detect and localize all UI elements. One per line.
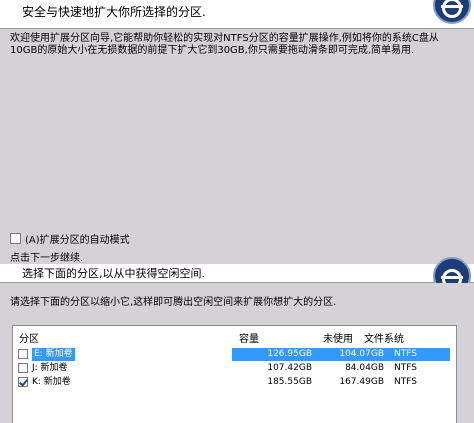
partition-unused: 167.49GB: [339, 377, 384, 387]
expand-wizard-welcome-panel: 安全与快速地扩大你所选择的分区. 欢迎使用扩展分区向导,它能帮助你轻松的实现对N…: [0, 0, 474, 264]
select-partition-header-text: 选择下面的分区,以从中获得空闲空间.: [22, 267, 205, 280]
column-header-unused[interactable]: 未使用: [323, 330, 353, 345]
partition-checkbox[interactable]: [18, 363, 28, 373]
column-header-partition[interactable]: 分区: [19, 330, 39, 345]
partition-checkbox-checked[interactable]: [18, 377, 28, 387]
partition-unused: 104.07GB: [339, 349, 384, 359]
welcome-intro-text: 欢迎使用扩展分区向导,它能帮助你轻松的实现对NTFS分区的容量扩展操作,例如将你…: [10, 33, 439, 56]
partition-filesystem: NTFS: [394, 363, 417, 373]
partition-list-header: 分区 容量 未使用 文件系统: [13, 326, 456, 346]
welcome-header-text: 安全与快速地扩大你所选择的分区.: [22, 5, 206, 19]
auto-mode-label: (A)扩展分区的自动模式: [25, 235, 130, 246]
select-partition-header: 选择下面的分区,以从中获得空闲空间.: [0, 257, 474, 295]
partition-capacity: 126.95GB: [267, 349, 312, 359]
app-logo-icon: [433, 0, 471, 24]
partition-name: J: 新加卷: [32, 363, 68, 373]
partition-filesystem: NTFS: [394, 349, 417, 359]
welcome-body: 欢迎使用扩展分区向导,它能帮助你轻松的实现对NTFS分区的容量扩展操作,例如将你…: [0, 29, 474, 264]
column-header-capacity[interactable]: 容量: [239, 330, 259, 345]
partition-filesystem: NTFS: [394, 377, 417, 387]
select-partition-panel: 选择下面的分区,以从中获得空闲空间. 请选择下面的分区以缩小它,这样即可腾出空闲…: [0, 257, 474, 423]
welcome-header: 安全与快速地扩大你所选择的分区.: [0, 0, 474, 29]
column-header-filesystem[interactable]: 文件系统: [364, 330, 404, 345]
partition-unused: 84.04GB: [345, 363, 384, 373]
partition-capacity: 185.55GB: [267, 377, 312, 387]
auto-mode-checkbox[interactable]: [10, 233, 21, 244]
partition-name: E: 新加卷: [32, 348, 75, 361]
partition-capacity: 107.42GB: [267, 363, 312, 373]
select-partition-body: 请选择下面的分区以缩小它,这样即可腾出空闲空间来扩展你想扩大的分区. 分区 容量…: [0, 283, 474, 423]
auto-mode-option[interactable]: (A)扩展分区的自动模式: [10, 231, 130, 246]
check-icon: [19, 377, 28, 387]
partition-checkbox[interactable]: [18, 349, 28, 359]
next-step-hint: 点击下一步继续.: [10, 253, 84, 264]
partition-name: K: 新加卷: [32, 377, 71, 387]
partition-list[interactable]: 分区 容量 未使用 文件系统 E: 新加卷 126.95GB 104.07GB …: [12, 325, 457, 423]
partition-row[interactable]: E: 新加卷 126.95GB 104.07GB NTFS: [14, 348, 455, 361]
partition-row[interactable]: K: 新加卷 185.55GB 167.49GB NTFS: [14, 376, 455, 389]
partition-row[interactable]: J: 新加卷 107.42GB 84.04GB NTFS: [14, 362, 455, 375]
select-partition-instruction: 请选择下面的分区以缩小它,这样即可腾出空闲空间来扩展你想扩大的分区.: [10, 297, 337, 308]
